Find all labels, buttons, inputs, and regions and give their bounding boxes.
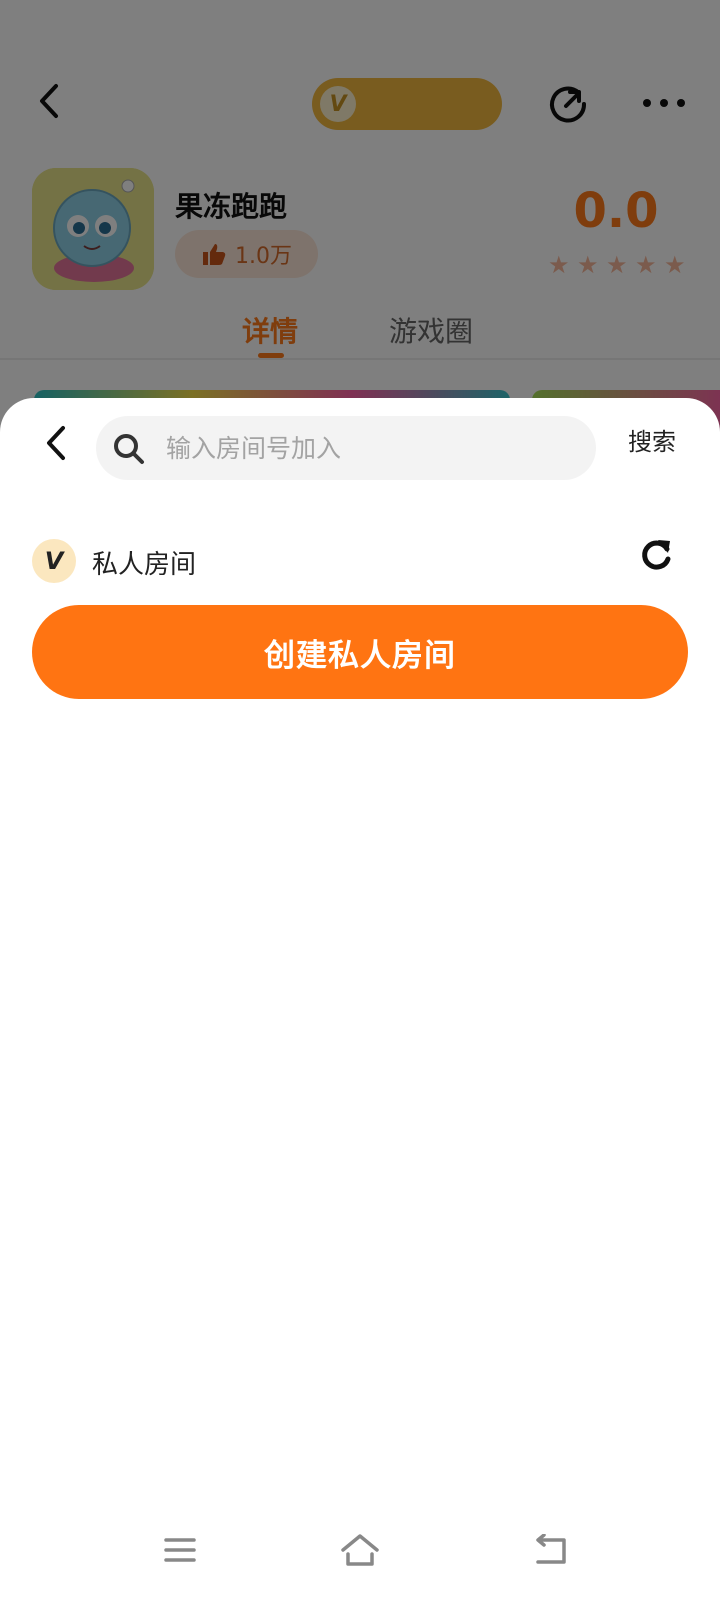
search-box[interactable] [96,416,596,480]
menu-icon [164,1538,196,1562]
refresh-button[interactable] [636,532,676,576]
nav-menu-button[interactable] [148,1520,212,1580]
nav-back-button[interactable] [518,1520,582,1580]
room-number-input[interactable] [166,416,576,480]
search-icon [114,434,144,464]
refresh-icon [642,540,671,570]
room-bottom-sheet: 搜索 V 私人房间 创建私人房间 [0,398,720,1600]
create-private-room-button[interactable]: 创建私人房间 [32,605,688,699]
nav-home-button[interactable] [328,1520,392,1580]
system-nav-bar [0,1500,720,1600]
private-room-title: 私人房间 [92,550,197,580]
chevron-left-icon [47,426,65,460]
sheet-back-button[interactable] [36,420,76,466]
search-button[interactable]: 搜索 [628,422,676,457]
vip-badge: V [32,539,76,583]
back-icon [536,1534,566,1564]
home-icon [341,1534,379,1566]
